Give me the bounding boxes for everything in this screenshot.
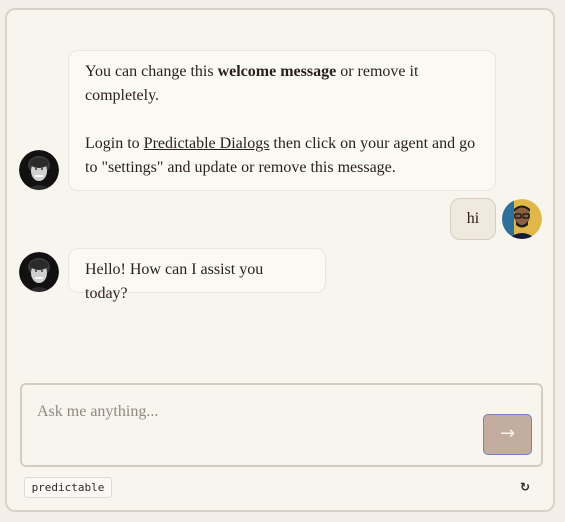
predictable-badge[interactable]: predictable — [24, 477, 112, 498]
bot-message-reply: Hello! How can I assist you today? — [68, 248, 326, 302]
bot-message-welcome: You can change this welcome message or r… — [68, 50, 496, 191]
predictable-dialogs-link[interactable]: Predictable Dialogs — [144, 135, 270, 152]
send-button[interactable]: → — [483, 414, 532, 455]
bot-avatar-icon — [19, 252, 59, 292]
user-message-text: hi — [466, 210, 480, 227]
welcome-paragraph-1: You can change this welcome message or r… — [85, 63, 419, 104]
bot-reply-text: Hello! How can I assist you today? — [85, 261, 264, 302]
arrow-right-icon: → — [499, 423, 516, 444]
message-input[interactable]: Ask me anything... → — [20, 383, 543, 467]
user-avatar-icon — [502, 199, 542, 239]
welcome-paragraph-2: Login to Predictable Dialogs then click … — [85, 135, 476, 176]
message-input-placeholder: Ask me anything... — [37, 403, 159, 420]
chat-widget: You can change this welcome message or r… — [5, 8, 555, 512]
bot-avatar-icon — [19, 150, 59, 190]
user-message: hi — [450, 198, 496, 240]
refresh-icon[interactable]: ↻ — [520, 477, 534, 497]
welcome-message-bold: welcome message — [217, 63, 337, 80]
